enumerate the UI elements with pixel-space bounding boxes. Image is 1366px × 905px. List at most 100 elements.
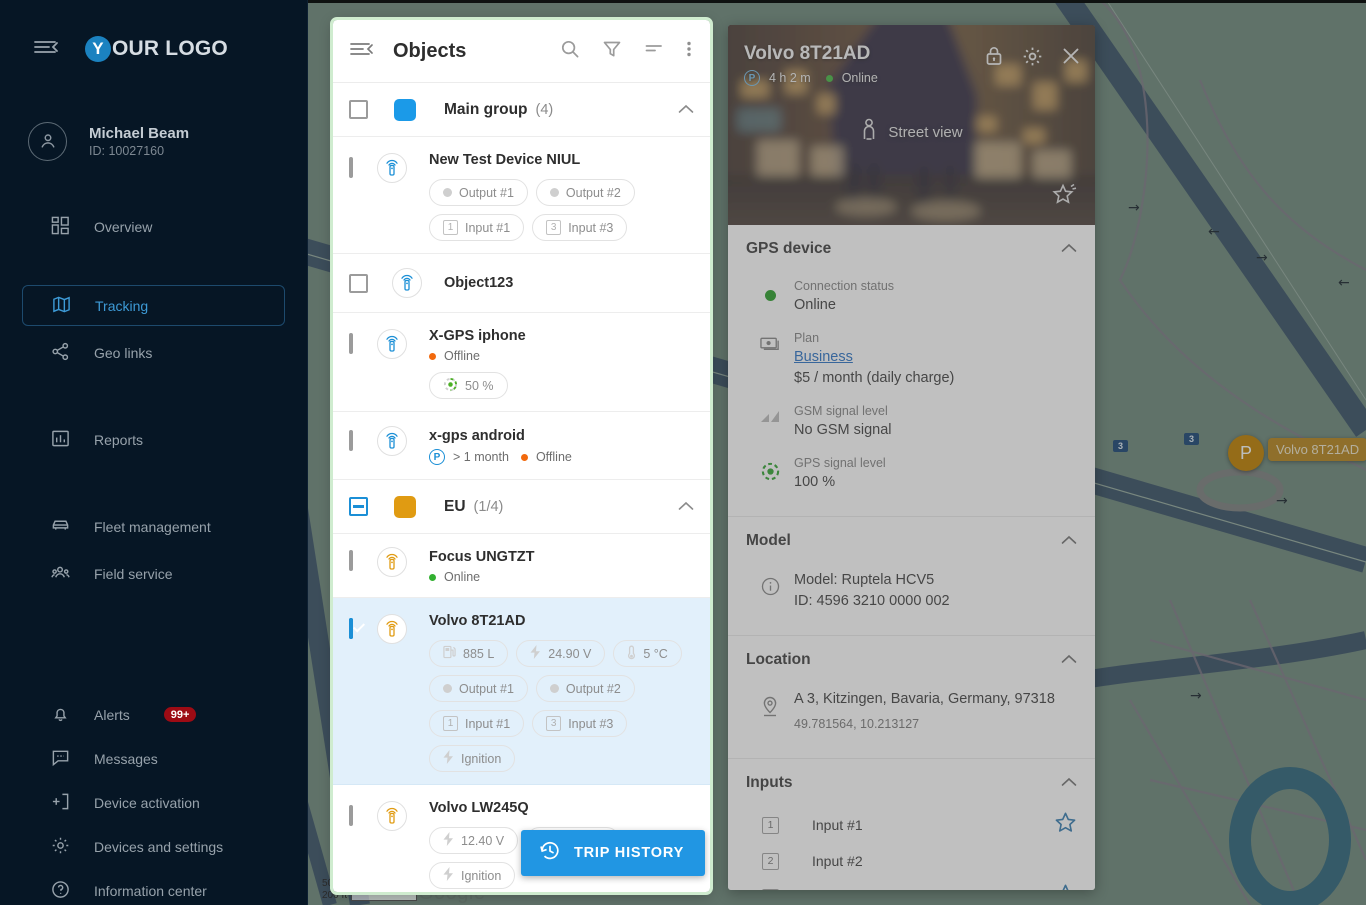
gps-device-icon bbox=[377, 801, 407, 831]
plan-link[interactable]: Business bbox=[794, 347, 1077, 368]
group-checkbox[interactable] bbox=[349, 100, 368, 119]
device-chip[interactable]: 1 Input #1 bbox=[429, 710, 525, 737]
device-row[interactable]: X-GPS iphone Offline 50 % bbox=[333, 313, 710, 412]
bar-chart-icon bbox=[51, 429, 70, 451]
detail-sections[interactable]: GPS device Connection status Online Plan… bbox=[728, 225, 1095, 890]
chevron-up-icon[interactable] bbox=[1061, 651, 1077, 669]
device-row-selected[interactable]: Volvo 8T21AD 885 L 24.90 V 5 °C Output #… bbox=[333, 598, 710, 785]
lock-icon[interactable] bbox=[984, 45, 1004, 72]
row-label: GSM signal level bbox=[794, 404, 888, 418]
device-row[interactable]: Focus UNGTZT Online bbox=[333, 534, 710, 598]
device-chip[interactable]: 24.90 V bbox=[516, 640, 606, 667]
gps-device-icon bbox=[392, 268, 422, 298]
gear-icon[interactable] bbox=[1022, 46, 1043, 72]
more-vertical-icon[interactable] bbox=[686, 39, 692, 64]
device-name: X-GPS iphone bbox=[429, 328, 526, 344]
section-location: Location A 3, Kitzingen, Bavaria, German… bbox=[728, 636, 1095, 759]
chip-label: Output #1 bbox=[459, 681, 514, 696]
sidebar-item-tracking[interactable]: Tracking bbox=[22, 285, 285, 326]
chip-number: 1 bbox=[443, 716, 458, 731]
collapse-menu-icon[interactable] bbox=[33, 38, 59, 61]
status-dot-icon bbox=[443, 188, 452, 197]
chevron-up-icon[interactable] bbox=[1061, 774, 1077, 792]
device-chip[interactable]: 3 Input #3 bbox=[532, 214, 628, 241]
device-chip[interactable]: 1 Input #1 bbox=[429, 214, 525, 241]
device-status: Online bbox=[429, 570, 694, 584]
search-icon[interactable] bbox=[560, 39, 580, 64]
street-view-hero[interactable]: Volvo 8T21AD P 4 h 2 m Online Street vie… bbox=[728, 25, 1095, 225]
row-value: No GSM signal bbox=[794, 422, 892, 438]
section-header[interactable]: GPS device bbox=[746, 225, 1077, 273]
sidebar-item-reports[interactable]: Reports bbox=[22, 419, 285, 460]
sidebar-item-geo-links[interactable]: Geo links bbox=[22, 332, 285, 373]
device-chip[interactable]: Ignition bbox=[429, 862, 516, 889]
device-checkbox[interactable] bbox=[349, 550, 353, 571]
device-checkbox[interactable] bbox=[349, 157, 353, 178]
device-chip[interactable]: 885 L bbox=[429, 640, 509, 667]
device-chip[interactable]: 12.40 V bbox=[429, 827, 519, 854]
device-chip[interactable]: Output #2 bbox=[535, 675, 635, 702]
sidebar-item-field-service[interactable]: Field service bbox=[22, 553, 285, 594]
device-checkbox[interactable] bbox=[349, 273, 368, 293]
device-chip[interactable]: Output #2 bbox=[535, 179, 635, 206]
sidebar-item-information-center[interactable]: Information center bbox=[22, 870, 285, 905]
logo-badge: Y bbox=[85, 36, 111, 62]
sort-icon[interactable] bbox=[644, 39, 664, 64]
sidebar-item-device-activation[interactable]: Device activation bbox=[22, 782, 285, 823]
filter-icon[interactable] bbox=[602, 39, 622, 64]
star-icon[interactable] bbox=[1052, 183, 1078, 214]
input-row[interactable]: 3 Input #3 bbox=[746, 879, 1077, 890]
section-header[interactable]: Model bbox=[746, 517, 1077, 565]
input-row[interactable]: 1 Input #1 bbox=[746, 807, 1077, 843]
device-row[interactable]: New Test Device NIUL Output #1 Output #2… bbox=[333, 137, 710, 254]
collapse-icon[interactable] bbox=[350, 41, 374, 62]
device-checkbox[interactable] bbox=[349, 430, 353, 451]
sidebar-header: Y OUR LOGO bbox=[0, 0, 307, 98]
thermometer-icon bbox=[627, 645, 636, 663]
device-chip[interactable]: Ignition bbox=[429, 745, 516, 772]
sidebar-item-messages[interactable]: Messages bbox=[22, 738, 285, 779]
chevron-up-icon[interactable] bbox=[1061, 532, 1077, 550]
chevron-up-icon[interactable] bbox=[678, 101, 694, 119]
input-number: 3 bbox=[762, 888, 779, 890]
chevron-up-icon[interactable] bbox=[678, 498, 694, 516]
sidebar-item-fleet-management[interactable]: Fleet management bbox=[22, 506, 285, 547]
device-checkbox[interactable] bbox=[349, 333, 353, 354]
app-logo[interactable]: Y OUR LOGO bbox=[85, 36, 228, 62]
device-chip[interactable]: 5 °C bbox=[613, 640, 682, 667]
street-view-button[interactable]: Street view bbox=[728, 118, 1095, 146]
input-row[interactable]: 2 Input #2 bbox=[746, 843, 1077, 879]
group-row-main-group[interactable]: Main group (4) bbox=[333, 83, 710, 137]
sidebar-item-devices-and-settings[interactable]: Devices and settings bbox=[22, 826, 285, 867]
sidebar-item-label: Geo links bbox=[94, 344, 153, 361]
device-status: P > 1 month Offline bbox=[429, 449, 694, 465]
section-inputs: Inputs 1 Input #1 2 Input #2 bbox=[728, 759, 1095, 890]
fuel-icon bbox=[443, 645, 456, 662]
section-header[interactable]: Inputs bbox=[746, 759, 1077, 807]
device-chip[interactable]: Output #1 bbox=[429, 675, 528, 702]
device-chips: 50 % bbox=[429, 372, 694, 399]
chip-label: Ignition bbox=[461, 751, 502, 766]
device-chip[interactable]: Output #1 bbox=[429, 179, 528, 206]
detail-row-plan: Plan Business $5 / month (daily charge) bbox=[746, 325, 1077, 398]
device-row[interactable]: Object123 bbox=[333, 254, 710, 313]
star-icon[interactable] bbox=[1054, 883, 1077, 890]
input-label: Input #1 bbox=[812, 817, 863, 833]
section-header[interactable]: Location bbox=[746, 636, 1077, 684]
group-row-eu[interactable]: EU (1/4) bbox=[333, 480, 710, 534]
star-icon[interactable] bbox=[1054, 811, 1077, 839]
device-chip[interactable]: 50 % bbox=[429, 372, 508, 399]
sidebar-item-overview[interactable]: Overview bbox=[22, 206, 285, 247]
user-profile[interactable]: Michael Beam ID: 10027160 bbox=[0, 98, 307, 184]
device-checkbox[interactable] bbox=[349, 618, 353, 639]
chevron-up-icon[interactable] bbox=[1061, 240, 1077, 258]
row-label: Connection status bbox=[794, 279, 895, 293]
objects-list[interactable]: Main group (4) New Test Device NIUL Outp… bbox=[333, 83, 710, 892]
group-checkbox[interactable] bbox=[349, 497, 368, 516]
sidebar-item-alerts[interactable]: Alerts 99+ bbox=[22, 694, 285, 735]
close-icon[interactable] bbox=[1061, 46, 1081, 71]
trip-history-button[interactable]: TRIP HISTORY bbox=[521, 830, 706, 876]
device-chip[interactable]: 3 Input #3 bbox=[532, 710, 628, 737]
device-row[interactable]: x-gps android P > 1 month Offline bbox=[333, 412, 710, 480]
device-checkbox[interactable] bbox=[349, 805, 353, 826]
